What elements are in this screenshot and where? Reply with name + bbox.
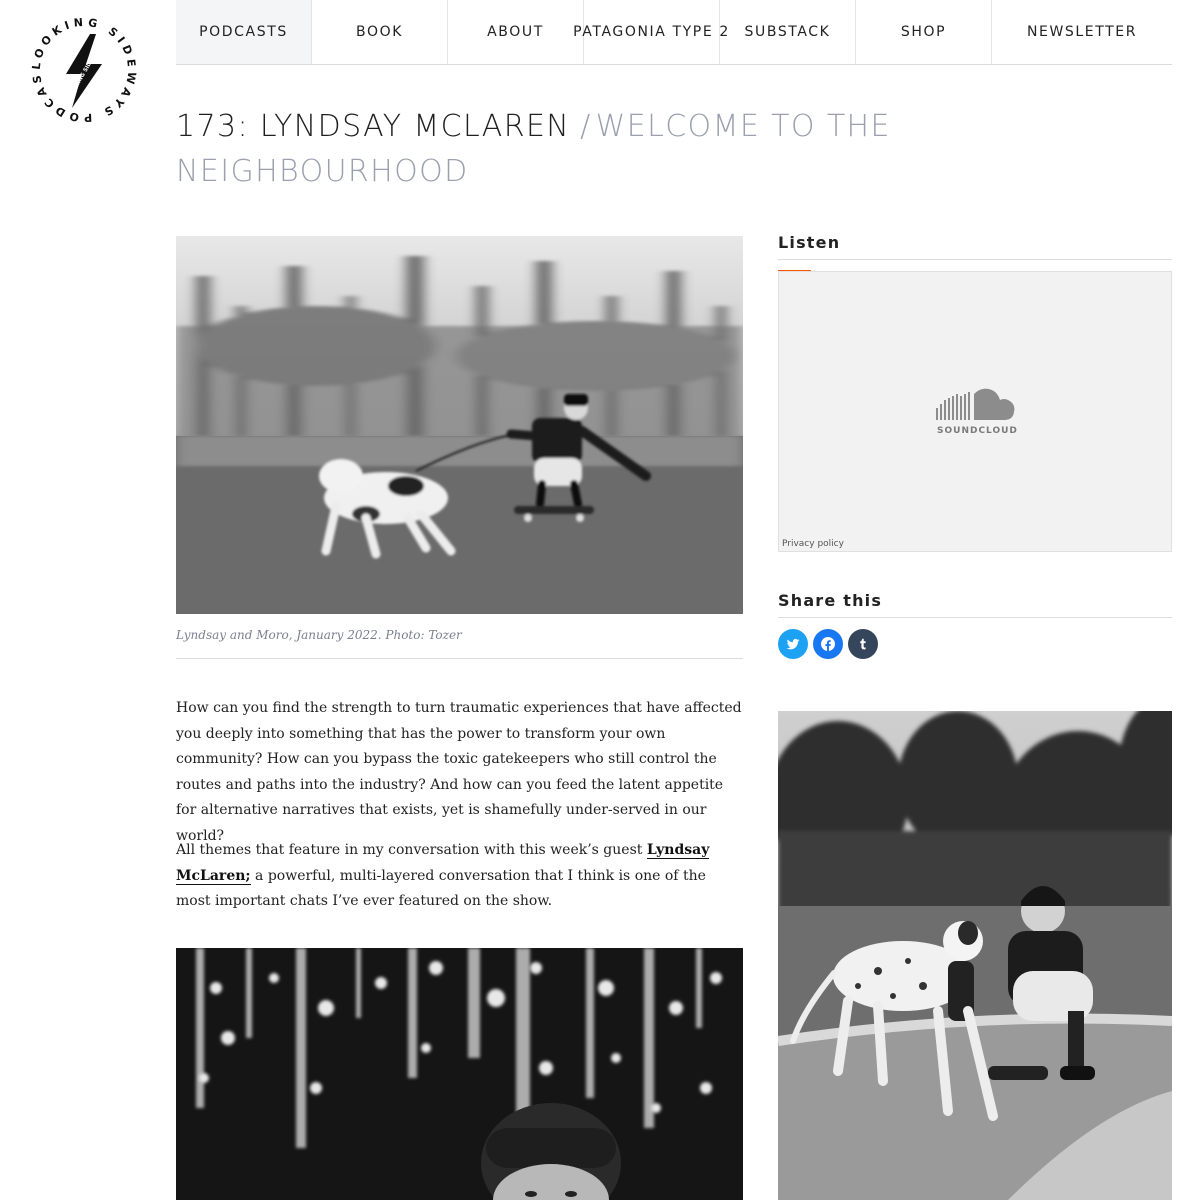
nav-item-patagonia-type-2[interactable]: PATAGONIA TYPE 2: [573, 0, 728, 64]
lightning-bolt-logo-icon: LOOKING SIDEWAYS PODCAST LOOKING SIDEWAY…: [28, 14, 134, 124]
nav-item-about[interactable]: ABOUT: [448, 0, 584, 64]
nav-item-newsletter[interactable]: NEWSLETTER: [992, 0, 1172, 64]
sidebar-photo: [778, 711, 1172, 1200]
hero-photo: [176, 236, 743, 614]
page-title: 173: LYNDSAY MCLAREN / WELCOME TO THE NEIG…: [176, 104, 936, 194]
portrait-photo: [176, 948, 743, 1200]
intro-paragraph: How can you find the strength to turn tr…: [176, 700, 742, 844]
nav-item-substack[interactable]: SUBSTACK: [720, 0, 856, 64]
guest-paragraph-end: a powerful, multi-layered conversation t…: [176, 867, 706, 910]
site-logo[interactable]: LOOKING SIDEWAYS PODCAST LOOKING SIDEWAY…: [28, 14, 140, 126]
share-tumblr-button[interactable]: [848, 629, 878, 659]
nav-item-book[interactable]: BOOK: [312, 0, 448, 64]
hero-caption: Lyndsay and Moro, January 2022. Photo: T…: [176, 628, 743, 659]
listen-heading: Listen: [778, 233, 1172, 260]
nav-item-podcasts[interactable]: PODCASTS: [176, 0, 312, 64]
share-heading: Share this: [778, 591, 1172, 618]
woman-with-dog-at-skatepark-image: [778, 711, 1172, 1200]
facebook-icon: [821, 637, 835, 651]
soundcloud-player[interactable]: SOUNDCLOUD Privacy policy: [778, 271, 1172, 552]
episode-title: 173: LYNDSAY MCLAREN: [176, 109, 571, 144]
main-nav: PODCASTS BOOK ABOUT PATAGONIA TYPE 2 SUB…: [176, 0, 1172, 65]
privacy-policy-link[interactable]: Privacy policy: [782, 539, 844, 549]
share-buttons: [778, 629, 878, 659]
skateboarder-with-dog-image: [176, 236, 743, 614]
soundcloud-label: SOUNDCLOUD: [937, 426, 1018, 436]
title-separator: /: [580, 109, 592, 144]
portrait-with-beanie-image: [176, 948, 743, 1200]
nav-item-shop[interactable]: SHOP: [856, 0, 992, 64]
tumblr-icon: [860, 638, 866, 650]
twitter-icon: [786, 638, 800, 650]
guest-paragraph: All themes that feature in my conversati…: [176, 838, 743, 915]
guest-paragraph-start: All themes that feature in my conversati…: [176, 842, 647, 858]
share-twitter-button[interactable]: [778, 629, 808, 659]
share-facebook-button[interactable]: [813, 629, 843, 659]
